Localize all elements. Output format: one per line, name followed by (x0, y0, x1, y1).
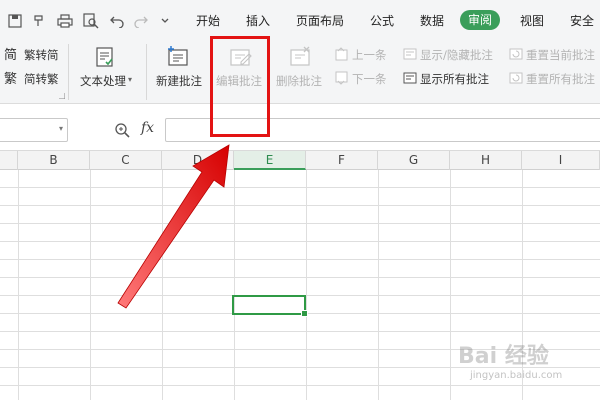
watermark-logo: Bai 经验 (458, 344, 549, 369)
watermark-url: jingyan.baidu.com (470, 370, 563, 381)
